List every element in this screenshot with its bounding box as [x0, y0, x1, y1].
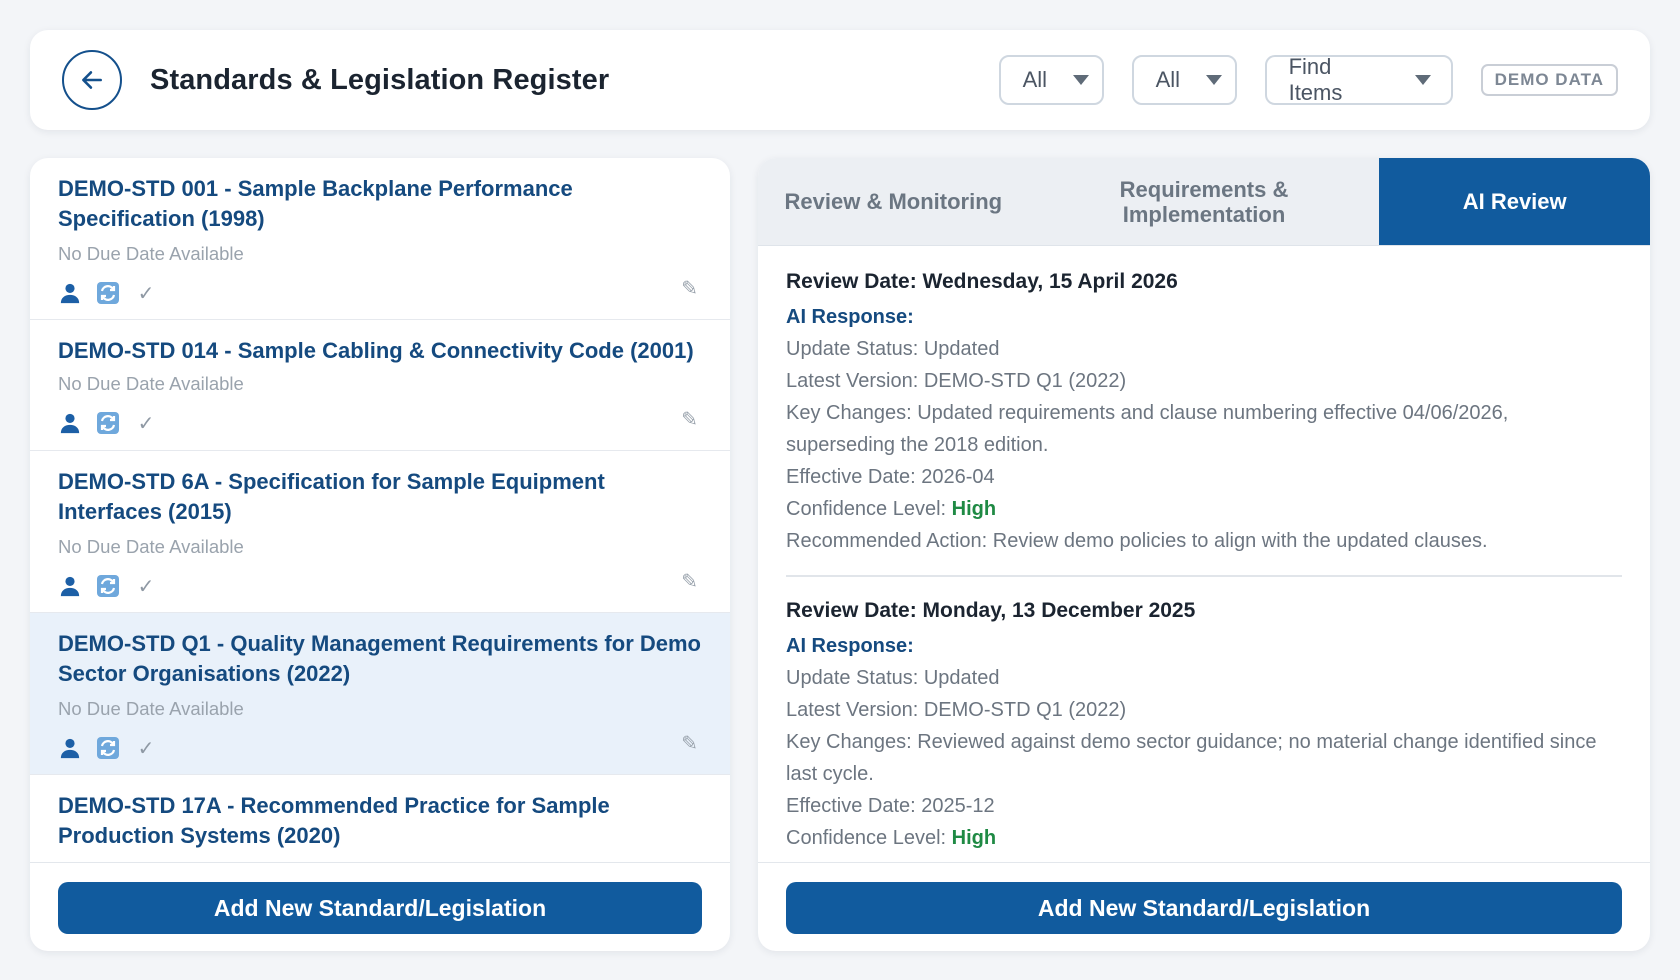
row-actions: ✓ [58, 274, 702, 312]
review-entry: Review Date: Monday, 13 December 2025 AI… [786, 575, 1622, 854]
update-status: Update Status: Updated [786, 667, 1000, 689]
add-standard-button-left[interactable]: Add New Standard/Legislation [58, 882, 702, 934]
due-date-text: No Due Date Available [58, 698, 244, 719]
confidence-label: Confidence Level: [786, 498, 952, 520]
latest-version: Latest Version: DEMO-STD Q1 (2022) [786, 370, 1127, 392]
filter-1-value: All [1022, 67, 1048, 92]
update-status: Update Status: Updated [786, 338, 1000, 360]
tab-ai-review[interactable]: AI Review [1379, 158, 1650, 245]
standard-title: DEMO-STD 014 - Sample Cabling & Connecti… [58, 338, 694, 363]
standard-title: DEMO-STD 6A - Specification for Sample E… [58, 469, 605, 524]
user-icon[interactable] [58, 574, 82, 598]
demo-data-badge: DEMO DATA [1480, 64, 1618, 96]
confidence-level: Confidence Level: High [786, 493, 1622, 525]
standard-title: DEMO-STD 17A - Recommended Practice for … [58, 793, 610, 848]
page-title: Standards & Legislation Register [150, 63, 610, 96]
filter-dropdown-1[interactable]: All [998, 55, 1104, 105]
standard-title: DEMO-STD 001 - Sample Backplane Performa… [58, 176, 573, 231]
find-items-value: Find Items [1288, 54, 1343, 105]
list-item[interactable]: DEMO-STD 001 - Sample Backplane Performa… [30, 158, 730, 320]
key-changes: Key Changes: Reviewed against demo secto… [786, 731, 1597, 785]
list-item[interactable]: DEMO-STD 6A - Specification for Sample E… [30, 451, 730, 613]
key-changes: Key Changes: Updated requirements and cl… [786, 402, 1509, 456]
detail-tabs: Review & Monitoring Requirements & Imple… [758, 158, 1650, 246]
confidence-value: High [951, 498, 997, 520]
check-icon[interactable]: ✓ [134, 281, 158, 305]
review-date: Review Date: Wednesday, 15 April 2026 [786, 270, 1178, 293]
latest-version: Latest Version: DEMO-STD Q1 (2022) [786, 699, 1127, 721]
pencil-icon[interactable]: ✎ [681, 276, 698, 301]
sync-icon[interactable] [96, 281, 120, 305]
review-entry: Review Date: Wednesday, 15 April 2026 AI… [786, 246, 1622, 557]
ai-review-content[interactable]: Review Date: Wednesday, 15 April 2026 AI… [758, 246, 1650, 863]
row-actions: ✓ [58, 729, 702, 767]
review-date: Review Date: Monday, 13 December 2025 [786, 599, 1196, 622]
check-icon[interactable]: ✓ [134, 411, 158, 435]
list-item[interactable]: DEMO-STD 014 - Sample Cabling & Connecti… [30, 320, 730, 451]
list-item[interactable]: DEMO-STD 17A - Recommended Practice for … [30, 775, 730, 862]
page-header: Standards & Legislation Register All All… [30, 30, 1650, 130]
effective-date: Effective Date: 2026-04 [786, 466, 995, 488]
ai-response-label: AI Response: [786, 635, 914, 657]
row-actions: ✓ [58, 404, 702, 442]
confidence-label: Confidence Level: [786, 827, 952, 849]
user-icon[interactable] [58, 281, 82, 305]
filter-dropdown-2[interactable]: All [1131, 55, 1237, 105]
standard-title: DEMO-STD Q1 - Quality Management Require… [58, 631, 701, 686]
pencil-icon[interactable]: ✎ [681, 407, 698, 432]
due-date-text: No Due Date Available [58, 373, 244, 394]
chevron-down-icon [1206, 75, 1223, 85]
add-standard-button-right[interactable]: Add New Standard/Legislation [786, 882, 1622, 934]
chevron-down-icon [1414, 75, 1431, 85]
check-icon[interactable]: ✓ [134, 574, 158, 598]
arrow-left-icon [82, 71, 102, 89]
confidence-level: Confidence Level: High [786, 822, 1622, 854]
user-icon[interactable] [58, 736, 82, 760]
tab-requirements-implementation[interactable]: Requirements & Implementation [1029, 158, 1380, 245]
back-button[interactable] [62, 50, 122, 110]
confidence-value: High [951, 827, 997, 849]
check-icon[interactable]: ✓ [134, 736, 158, 760]
list-item-selected[interactable]: DEMO-STD Q1 - Quality Management Require… [30, 613, 730, 775]
due-date-text: No Due Date Available [58, 536, 244, 557]
sync-icon[interactable] [96, 411, 120, 435]
row-actions: ✓ [58, 567, 702, 605]
chevron-down-icon [1073, 75, 1090, 85]
tab-label: Requirements & Implementation [1119, 176, 1289, 227]
sync-icon[interactable] [96, 574, 120, 598]
effective-date: Effective Date: 2025-12 [786, 795, 995, 817]
ai-response-label: AI Response: [786, 306, 914, 328]
standards-list-panel: DEMO-STD 001 - Sample Backplane Performa… [30, 158, 730, 951]
filter-2-value: All [1155, 67, 1181, 92]
due-date-text: No Due Date Available [58, 243, 244, 264]
standards-list[interactable]: DEMO-STD 001 - Sample Backplane Performa… [30, 158, 730, 863]
user-icon[interactable] [58, 411, 82, 435]
details-panel: Review & Monitoring Requirements & Imple… [758, 158, 1650, 951]
sync-icon[interactable] [96, 736, 120, 760]
recommended-action: Recommended Action: Review demo policies… [786, 530, 1488, 552]
find-items-dropdown[interactable]: Find Items [1264, 54, 1453, 105]
pencil-icon[interactable]: ✎ [681, 569, 698, 594]
pencil-icon[interactable]: ✎ [681, 731, 698, 756]
tab-review-monitoring[interactable]: Review & Monitoring [758, 158, 1029, 245]
